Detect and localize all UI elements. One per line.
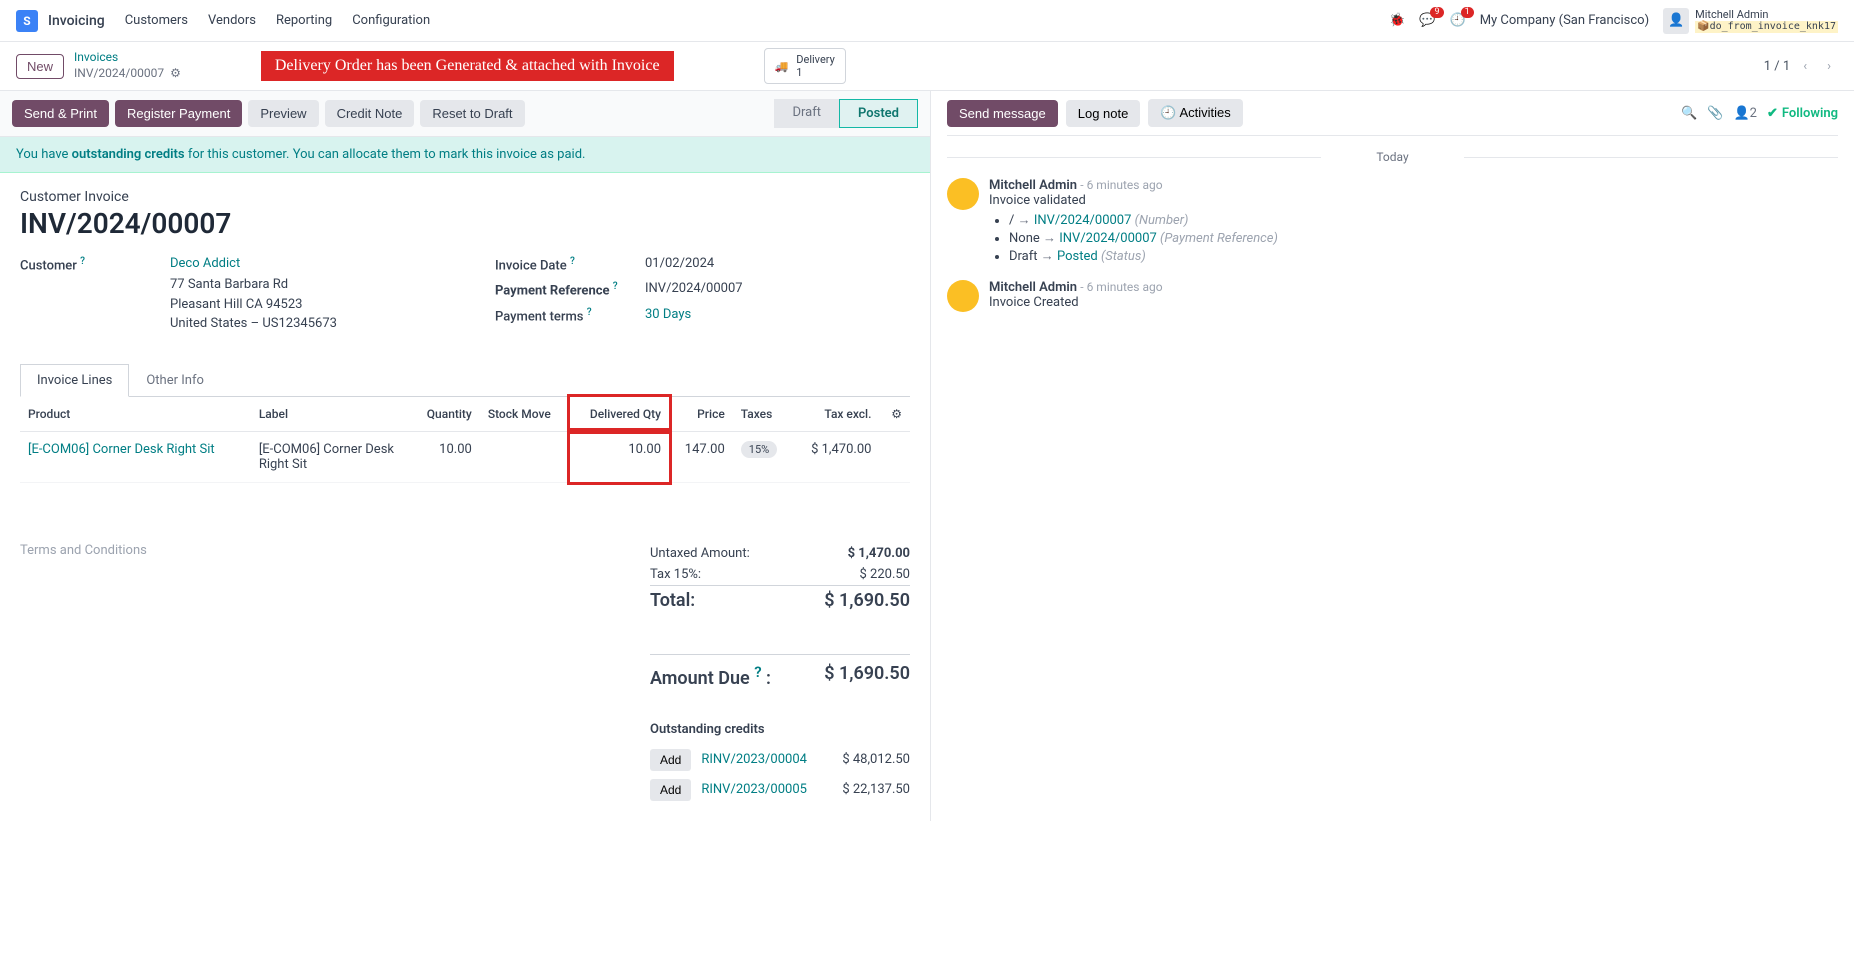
- status-posted[interactable]: Posted: [839, 99, 918, 128]
- db-name: 📦do_from_invoice_knk17: [1695, 21, 1838, 33]
- customer-label: Customer ?: [20, 256, 170, 273]
- chatter: Send message Log note 🕘 Activities 🔍 📎 👤…: [930, 91, 1854, 821]
- outstanding-row: Add RINV/2023/00004 $ 48,012.50: [650, 745, 910, 775]
- col-delivered-qty[interactable]: Delivered Qty: [570, 397, 669, 432]
- truck-icon: 🚚: [775, 60, 789, 73]
- followers-count[interactable]: 👤2: [1733, 106, 1757, 121]
- chatter-message: Mitchell Admin - 6 minutes ago Invoice C…: [947, 280, 1838, 312]
- col-stock-move[interactable]: Stock Move: [480, 397, 570, 432]
- app-name[interactable]: Invoicing: [48, 13, 105, 29]
- payment-terms-label: Payment terms ?: [495, 307, 645, 324]
- messages-icon[interactable]: 💬9: [1419, 13, 1435, 28]
- credit-ref[interactable]: RINV/2023/00004: [701, 752, 832, 767]
- breadcrumb: Invoices INV/2024/00007 ⚙: [74, 50, 181, 81]
- status-bar: Send & Print Register Payment Preview Cr…: [0, 91, 930, 137]
- col-taxes[interactable]: Taxes: [733, 397, 793, 432]
- outstanding-credits-alert[interactable]: You have outstanding credits for this cu…: [0, 137, 930, 173]
- add-credit-button[interactable]: Add: [650, 749, 691, 771]
- pager: 1 / 1 ‹ ›: [1764, 56, 1838, 77]
- terms-placeholder[interactable]: Terms and Conditions: [20, 543, 630, 805]
- totals: Untaxed Amount:$ 1,470.00 Tax 15%:$ 220.…: [650, 543, 910, 692]
- preview-button[interactable]: Preview: [248, 100, 318, 127]
- cell-tax[interactable]: 15%: [733, 431, 793, 482]
- payment-terms-value[interactable]: 30 Days: [645, 307, 910, 322]
- breadcrumb-current: INV/2024/00007 ⚙: [74, 66, 181, 82]
- invoice-date-label: Invoice Date ?: [495, 256, 645, 273]
- pager-prev-icon[interactable]: ‹: [1796, 56, 1814, 77]
- outstanding-credits: Outstanding credits Add RINV/2023/00004 …: [650, 722, 910, 805]
- user-menu[interactable]: 👤 Mitchell Admin 📦do_from_invoice_knk17: [1663, 8, 1838, 34]
- avatar-icon: [947, 178, 979, 210]
- debug-icon[interactable]: 🐞: [1389, 13, 1405, 28]
- app-logo-icon[interactable]: S: [16, 10, 38, 32]
- tab-other-info[interactable]: Other Info: [129, 364, 221, 397]
- log-note-button[interactable]: Log note: [1066, 100, 1141, 127]
- credit-ref[interactable]: RINV/2023/00005: [701, 782, 832, 797]
- tabs: Invoice Lines Other Info: [20, 364, 910, 397]
- add-credit-button[interactable]: Add: [650, 779, 691, 801]
- cell-stock[interactable]: [480, 431, 570, 482]
- customer-value[interactable]: Deco Addict: [170, 256, 435, 271]
- gear-icon[interactable]: ⚙: [170, 66, 181, 82]
- following-button[interactable]: ✔ Following: [1767, 106, 1838, 121]
- company-switcher[interactable]: My Company (San Francisco): [1480, 13, 1649, 28]
- pager-next-icon[interactable]: ›: [1820, 56, 1838, 77]
- col-label[interactable]: Label: [251, 397, 410, 432]
- outstanding-row: Add RINV/2023/00005 $ 22,137.50: [650, 775, 910, 805]
- table-row[interactable]: [E-COM06] Corner Desk Right Sit [E-COM06…: [20, 431, 910, 482]
- payment-ref-label: Payment Reference ?: [495, 281, 645, 298]
- credit-note-button[interactable]: Credit Note: [325, 100, 415, 127]
- chatter-message: Mitchell Admin - 6 minutes ago Invoice v…: [947, 178, 1838, 266]
- register-payment-button[interactable]: Register Payment: [115, 100, 242, 127]
- control-panel: New Invoices INV/2024/00007 ⚙ Delivery O…: [0, 42, 1854, 90]
- cell-label[interactable]: [E-COM06] Corner Desk Right Sit: [251, 431, 410, 482]
- cell-qty[interactable]: 10.00: [410, 431, 480, 482]
- col-quantity[interactable]: Quantity: [410, 397, 480, 432]
- col-tax-excl[interactable]: Tax excl.: [792, 397, 879, 432]
- smart-button-delivery[interactable]: 🚚 Delivery 1: [764, 48, 846, 84]
- breadcrumb-parent[interactable]: Invoices: [74, 50, 181, 66]
- customer-address: 77 Santa Barbara Rd Pleasant Hill CA 945…: [170, 275, 435, 334]
- cell-delivered[interactable]: 10.00: [570, 431, 669, 482]
- doc-type: Customer Invoice: [20, 189, 910, 205]
- reset-draft-button[interactable]: Reset to Draft: [420, 100, 524, 127]
- avatar-icon: 👤: [1663, 8, 1689, 34]
- cell-product[interactable]: [E-COM06] Corner Desk Right Sit: [20, 431, 251, 482]
- date-separator: Today: [947, 150, 1838, 164]
- menu-reporting[interactable]: Reporting: [276, 13, 332, 28]
- cell-price[interactable]: 147.00: [669, 431, 733, 482]
- doc-number: INV/2024/00007: [20, 207, 910, 240]
- invoice-lines-table: Product Label Quantity Stock Move Delive…: [20, 397, 910, 483]
- new-button[interactable]: New: [16, 54, 64, 79]
- col-price[interactable]: Price: [669, 397, 733, 432]
- invoice-date-value[interactable]: 01/02/2024: [645, 256, 910, 271]
- menu-configuration[interactable]: Configuration: [352, 13, 430, 28]
- annotation-banner: Delivery Order has been Generated & atta…: [261, 51, 674, 81]
- col-product[interactable]: Product: [20, 397, 251, 432]
- send-message-button[interactable]: Send message: [947, 100, 1058, 127]
- attachment-icon[interactable]: 📎: [1707, 106, 1723, 121]
- activities-button[interactable]: 🕘 Activities: [1148, 99, 1242, 127]
- avatar-icon: [947, 280, 979, 312]
- send-print-button[interactable]: Send & Print: [12, 100, 109, 127]
- col-options-icon[interactable]: ⚙: [879, 397, 910, 432]
- top-nav: S Invoicing Customers Vendors Reporting …: [0, 0, 1854, 42]
- cell-taxexcl: $ 1,470.00: [792, 431, 879, 482]
- menu-customers[interactable]: Customers: [125, 13, 188, 28]
- activities-icon[interactable]: 🕘1: [1450, 13, 1466, 28]
- form-view: Send & Print Register Payment Preview Cr…: [0, 91, 930, 821]
- tab-invoice-lines[interactable]: Invoice Lines: [20, 364, 129, 397]
- user-name: Mitchell Admin: [1695, 8, 1838, 21]
- search-icon[interactable]: 🔍: [1681, 106, 1697, 121]
- payment-ref-value[interactable]: INV/2024/00007: [645, 281, 910, 296]
- status-draft[interactable]: Draft: [774, 99, 839, 128]
- menu-vendors[interactable]: Vendors: [208, 13, 256, 28]
